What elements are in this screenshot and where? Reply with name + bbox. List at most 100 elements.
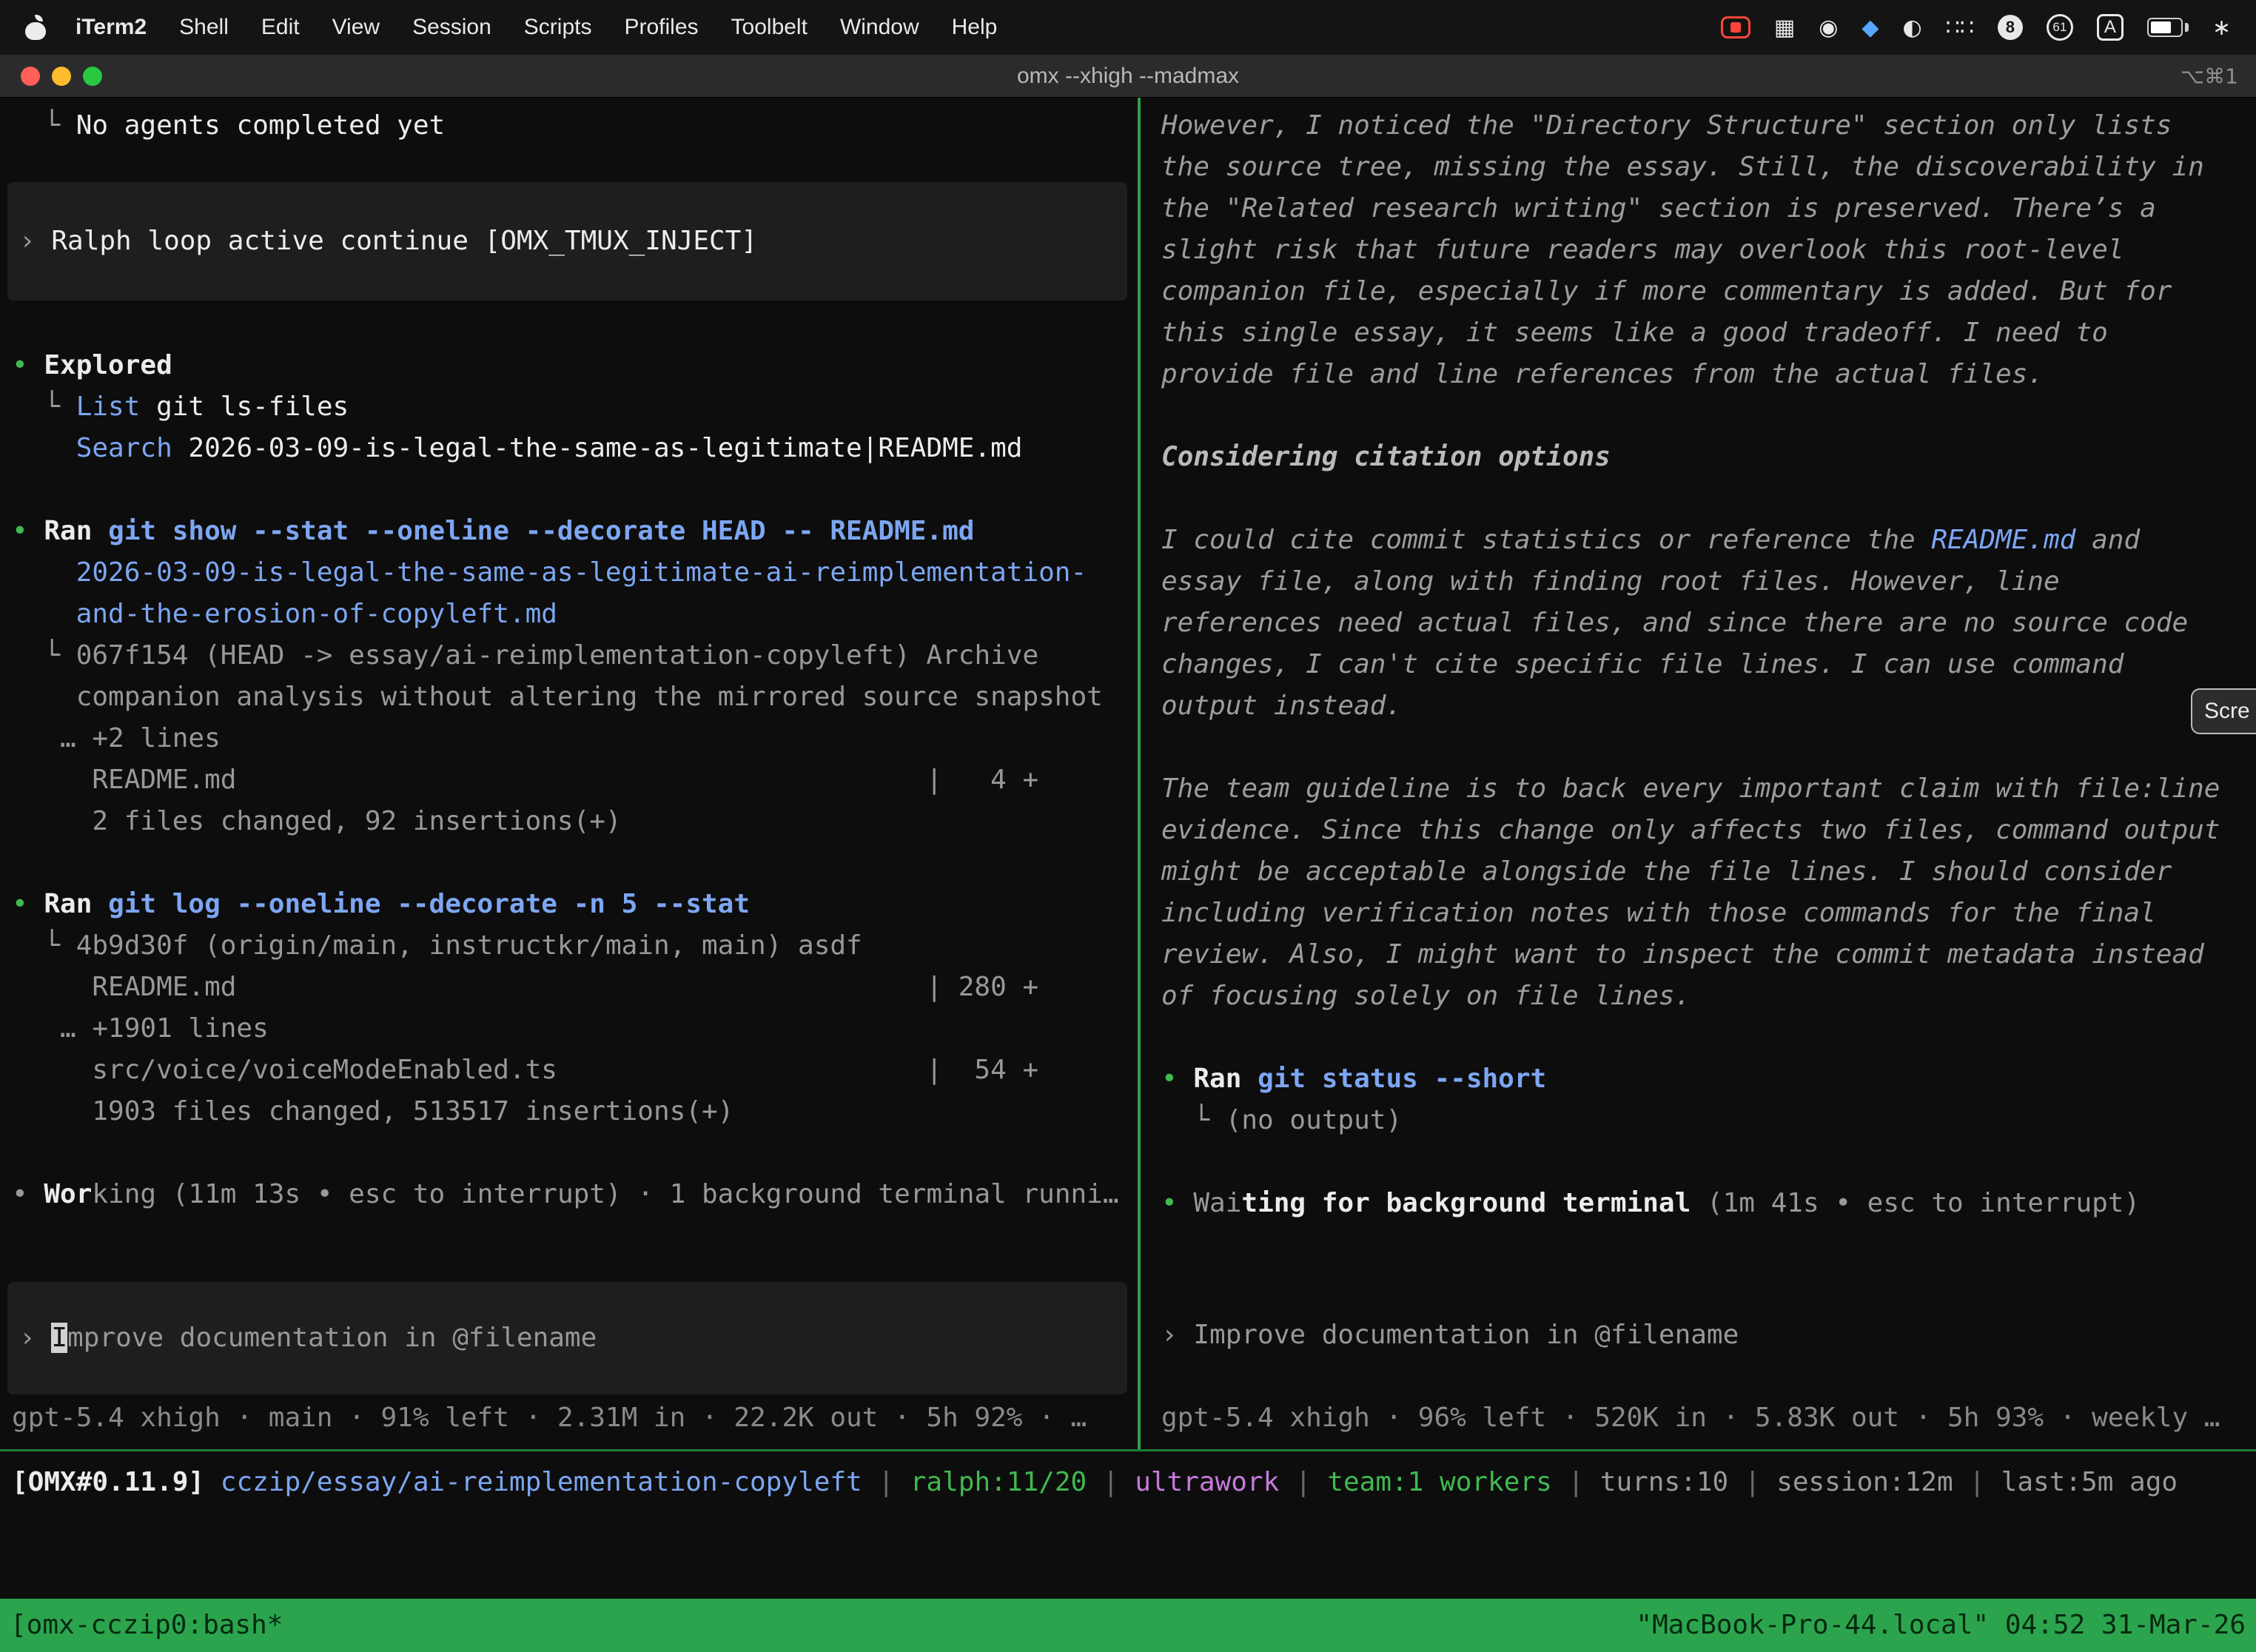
prompt-icon: › xyxy=(19,226,51,256)
git-show-more-lines: … +2 lines xyxy=(12,718,1138,759)
prompt-input-text: mprove documentation in @filename xyxy=(67,1323,597,1353)
droplet-icon[interactable]: ◆ xyxy=(1861,15,1879,41)
dots-grid-icon[interactable]: ∷∷ xyxy=(1946,15,1974,41)
terminal: └ No agents completed yet › Ralph loop a… xyxy=(0,98,2256,1652)
menu-item-iterm2[interactable]: iTerm2 xyxy=(75,15,147,40)
menu-item-window[interactable]: Window xyxy=(840,15,919,40)
git-log-stat-readme: README.md | 280 + xyxy=(12,967,1138,1008)
omx-ralph-counter: ralph:11/20 xyxy=(910,1467,1087,1497)
git-status-output: └ (no output) xyxy=(1161,1100,2256,1141)
agents-note-text: No agents completed yet xyxy=(76,110,446,141)
git-log-stat-voice: src/voice/voiceModeEnabled.ts | 54 + xyxy=(12,1050,1138,1091)
tmux-host-clock: "MacBook-Pro-44.local" 04:52 31-Mar-26 xyxy=(1636,1605,2246,1646)
working-status-line: • Working (11m 13s • esc to interrupt) ·… xyxy=(12,1174,1138,1215)
list-args: git ls-files xyxy=(140,392,349,422)
text-cursor: I xyxy=(51,1323,67,1353)
session-status-left: gpt-5.4 xhigh · main · 91% left · 2.31M … xyxy=(12,1397,1087,1439)
thinking-text: output instead. xyxy=(1161,685,2256,727)
shield-icon[interactable]: ◉ xyxy=(1819,15,1838,41)
window-hotkey-label: ⌥⌘1 xyxy=(2181,64,2238,88)
ralph-loop-text: Ralph loop active continue [OMX_TMUX_INJ… xyxy=(51,226,757,256)
git-status-command: git status --short xyxy=(1258,1064,1546,1094)
right-terminal-pane[interactable]: However, I noticed the "Directory Struct… xyxy=(1141,98,2256,1449)
thinking-text: essay file, along with finding root file… xyxy=(1161,561,2256,602)
apple-menu-icon[interactable] xyxy=(25,15,46,40)
tmux-status-bar: [omx-cczip0:bash* "MacBook-Pro-44.local" … xyxy=(0,1599,2256,1652)
menu-item-view[interactable]: View xyxy=(332,15,380,40)
indent xyxy=(12,433,76,463)
search-args: 2026-03-09-is-legal-the-same-as-legitima… xyxy=(172,433,1023,463)
ran-label: Ran xyxy=(1193,1064,1258,1094)
session-status-right: gpt-5.4 xhigh · 96% left · 520K in · 5.8… xyxy=(1161,1397,2220,1439)
ran-label: Ran xyxy=(44,889,108,919)
thinking-text: the "Related research writing" section i… xyxy=(1161,188,2256,229)
omx-mode: ultrawork xyxy=(1135,1467,1279,1497)
git-show-filename-2: and-the-erosion-of-copyleft.md xyxy=(12,594,1138,635)
input-source-icon[interactable]: A xyxy=(2097,14,2124,41)
git-log-stat-summary: 1903 files changed, 513517 insertions(+) xyxy=(12,1091,1138,1132)
git-show-stat-readme: README.md | 4 + xyxy=(12,759,1138,801)
key-icon[interactable]: 8 xyxy=(1998,15,2023,40)
omx-last-activity: last:5m ago xyxy=(2001,1467,2178,1497)
thinking-text: changes, I can't cite specific file line… xyxy=(1161,644,2256,685)
elbow-icon: └ xyxy=(12,110,76,141)
menu-item-help[interactable]: Help xyxy=(952,15,998,40)
elbow-icon: └ xyxy=(12,640,76,671)
menu-item-profiles[interactable]: Profiles xyxy=(624,15,698,40)
window-title-bar[interactable]: omx --xhigh --madmax ⌥⌘1 xyxy=(0,55,2256,98)
thinking-text: the source tree, missing the essay. Stil… xyxy=(1161,147,2256,188)
menu-item-toolbelt[interactable]: Toolbelt xyxy=(731,15,808,40)
prompt-icon: › xyxy=(19,1323,51,1353)
grid-icon[interactable]: ▦ xyxy=(1774,15,1795,41)
menu-items: iTerm2 Shell Edit View Session Scripts P… xyxy=(75,15,997,40)
elbow-icon: └ xyxy=(1161,1105,1226,1135)
thinking-text: this single essay, it seems like a good … xyxy=(1161,312,2256,354)
git-show-stat-summary: 2 files changed, 92 insertions(+) xyxy=(12,801,1138,842)
thinking-heading: Considering citation options xyxy=(1161,437,2256,478)
prompt-input-right[interactable]: › Improve documentation in @filename xyxy=(1161,1314,1739,1356)
bullet-icon: • xyxy=(12,1179,44,1209)
thinking-text: provide file and line references from th… xyxy=(1161,354,2256,395)
omx-version: [OMX#0.11.9] xyxy=(12,1467,221,1497)
menu-item-session[interactable]: Session xyxy=(412,15,491,40)
explored-header: • Explored xyxy=(12,345,1138,386)
menu-extra-icon[interactable]: ∗ xyxy=(2212,15,2231,41)
thinking-text: might be acceptable alongside the file l… xyxy=(1161,851,2256,893)
prompt-input[interactable]: › Improve documentation in @filename xyxy=(7,1282,1127,1394)
ran-git-status-line: • Ran git status --short xyxy=(1161,1058,2256,1100)
ran-label: Ran xyxy=(44,516,108,546)
thinking-text: references need actual files, and since … xyxy=(1161,602,2256,644)
omx-team: team:1 workers xyxy=(1327,1467,1551,1497)
desktop: iTerm2 Shell Edit View Session Scripts P… xyxy=(0,0,2256,1652)
ran-git-log-line: • Ran git log --oneline --decorate -n 5 … xyxy=(12,884,1138,925)
bullet-icon: • xyxy=(1161,1188,1193,1218)
elbow-icon: └ xyxy=(12,930,76,961)
menu-item-edit[interactable]: Edit xyxy=(261,15,300,40)
menu-item-scripts[interactable]: Scripts xyxy=(524,15,592,40)
git-show-filename-1: 2026-03-09-is-legal-the-same-as-legitima… xyxy=(12,552,1138,594)
thinking-text: companion file, especially if more comme… xyxy=(1161,271,2256,312)
gauge-icon[interactable]: 61 xyxy=(2047,14,2073,41)
omx-status-bar: [OMX#0.11.9] cczip/essay/ai-reimplementa… xyxy=(0,1451,2256,1503)
thinking-text: including verification notes with those … xyxy=(1161,893,2256,934)
tmux-session-window: [omx-cczip0:bash* xyxy=(10,1605,283,1646)
battery-icon[interactable] xyxy=(2147,18,2189,37)
omx-session-time: session:12m xyxy=(1776,1467,1953,1497)
screen-edge-tab[interactable]: Scre xyxy=(2191,688,2256,734)
thinking-text: slight risk that future readers may over… xyxy=(1161,229,2256,271)
git-log-more-lines: … +1901 lines xyxy=(12,1008,1138,1050)
explored-title: Explored xyxy=(44,350,172,380)
ralph-loop-banner: › Ralph loop active continue [OMX_TMUX_I… xyxy=(7,182,1127,300)
half-circle-icon[interactable]: ◐ xyxy=(1902,15,1921,41)
omx-worktree-path: cczip/essay/ai-reimplementation-copyleft xyxy=(221,1467,862,1497)
menu-item-shell[interactable]: Shell xyxy=(179,15,229,40)
git-show-command: git show --stat --oneline --decorate HEA… xyxy=(108,516,974,546)
window-title: omx --xhigh --madmax xyxy=(0,64,2256,89)
bullet-icon: • xyxy=(12,350,44,380)
screen-record-indicator-icon[interactable] xyxy=(1721,16,1750,38)
git-log-command: git log --oneline --decorate -n 5 --stat xyxy=(108,889,750,919)
left-terminal-pane[interactable]: └ No agents completed yet › Ralph loop a… xyxy=(0,98,1138,1449)
elbow-icon: └ xyxy=(12,392,76,422)
list-keyword: List xyxy=(76,392,141,422)
waiting-status-line: • Waiting for background terminal (1m 41… xyxy=(1161,1183,2256,1224)
